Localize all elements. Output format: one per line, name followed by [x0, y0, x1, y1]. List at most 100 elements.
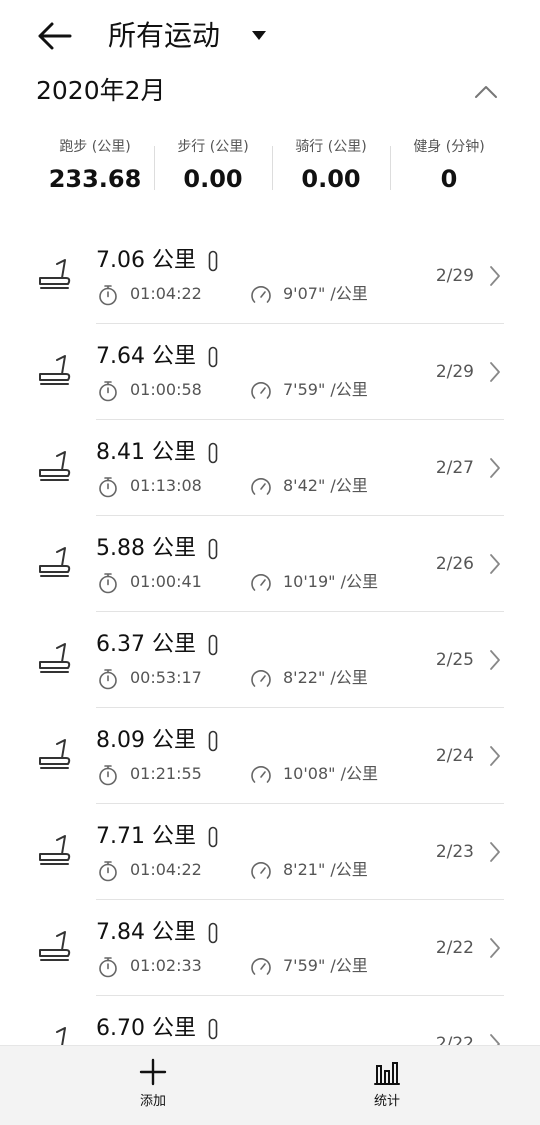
stopwatch-icon [98, 476, 118, 498]
stopwatch-icon [98, 764, 118, 786]
band-icon [208, 346, 218, 368]
record-pace: 9'07" /公里 [283, 284, 368, 303]
speedometer-icon [250, 284, 272, 306]
chevron-right-icon[interactable] [488, 456, 502, 480]
record-row[interactable]: 8.41 公里 01:13:08 8'42" /公里 2/27 [0, 420, 540, 516]
record-date: 2/22 [435, 938, 474, 958]
band-icon [208, 538, 218, 560]
chevron-right-icon[interactable] [488, 744, 502, 768]
stat-fitness: 健身 (分钟) 0 [390, 136, 508, 196]
band-icon [208, 634, 218, 656]
stopwatch-icon [98, 956, 118, 978]
summary-stats: 跑步 (公里) 233.68 步行 (公里) 0.00 骑行 (公里) 0.00… [0, 136, 540, 202]
speedometer-icon [250, 956, 272, 978]
treadmill-icon [36, 1022, 72, 1046]
treadmill-icon [36, 926, 72, 964]
record-row[interactable]: 6.37 公里 00:53:17 8'22" /公里 2/25 [0, 612, 540, 708]
record-row[interactable]: 6.70 公里 2/22 [0, 996, 540, 1046]
record-date: 2/24 [435, 746, 474, 766]
record-pace: 8'22" /公里 [283, 668, 368, 687]
plus-icon [139, 1058, 167, 1086]
record-distance: 8.41 公里 [96, 440, 196, 465]
record-row[interactable]: 7.71 公里 01:04:22 8'21" /公里 2/23 [0, 804, 540, 900]
stat-value: 0.00 [183, 165, 243, 193]
chevron-right-icon[interactable] [488, 840, 502, 864]
stat-label: 骑行 (公里) [295, 139, 367, 155]
treadmill-icon [36, 446, 72, 484]
page-title[interactable]: 所有运动 [108, 16, 220, 56]
speedometer-icon [250, 764, 272, 786]
stat-running: 跑步 (公里) 233.68 [36, 136, 154, 196]
chevron-up-icon[interactable] [472, 78, 500, 106]
chevron-right-icon[interactable] [488, 1032, 502, 1046]
stopwatch-icon [98, 860, 118, 882]
header: 所有运动 [0, 0, 540, 70]
stat-cycling: 骑行 (公里) 0.00 [272, 136, 390, 196]
record-date: 2/27 [435, 458, 474, 478]
band-icon [208, 826, 218, 848]
record-distance: 5.88 公里 [96, 536, 196, 561]
record-distance: 7.84 公里 [96, 920, 196, 945]
treadmill-icon [36, 830, 72, 868]
record-distance: 6.37 公里 [96, 632, 196, 657]
band-icon [208, 730, 218, 752]
record-list[interactable]: 7.06 公里 01:04:22 9'07" /公里 2/29 7.64 公里 … [0, 228, 540, 1046]
chevron-right-icon[interactable] [488, 936, 502, 960]
stopwatch-icon [98, 284, 118, 306]
record-row[interactable]: 7.64 公里 01:00:58 7'59" /公里 2/29 [0, 324, 540, 420]
chevron-right-icon[interactable] [488, 648, 502, 672]
chevron-right-icon[interactable] [488, 552, 502, 576]
activity-page: 所有运动 2020年2月 跑步 (公里) 233.68 步行 (公里) 0.00… [0, 0, 540, 1125]
record-pace: 8'21" /公里 [283, 860, 368, 879]
record-pace: 7'59" /公里 [283, 956, 368, 975]
stats-button[interactable]: 统计 [347, 1056, 427, 1120]
stopwatch-icon [98, 380, 118, 402]
record-duration: 01:02:33 [130, 956, 202, 975]
stat-label: 健身 (分钟) [413, 139, 485, 155]
bar-chart-icon [374, 1062, 400, 1085]
record-row[interactable]: 5.88 公里 01:00:41 10'19" /公里 2/26 [0, 516, 540, 612]
band-icon [208, 442, 218, 464]
record-pace: 10'08" /公里 [283, 764, 378, 783]
record-date: 2/29 [435, 362, 474, 382]
speedometer-icon [250, 668, 272, 690]
stat-value: 0.00 [301, 165, 361, 193]
record-distance: 8.09 公里 [96, 728, 196, 753]
record-duration: 01:13:08 [130, 476, 202, 495]
record-duration: 01:00:58 [130, 380, 202, 399]
record-date: 2/22 [435, 1034, 474, 1046]
stat-label: 跑步 (公里) [59, 139, 131, 155]
speedometer-icon [250, 572, 272, 594]
treadmill-icon [36, 638, 72, 676]
triangle-down-icon[interactable] [248, 26, 270, 46]
back-arrow-icon[interactable] [34, 16, 74, 56]
chevron-right-icon[interactable] [488, 360, 502, 384]
treadmill-icon [36, 350, 72, 388]
record-duration: 01:21:55 [130, 764, 202, 783]
treadmill-icon [36, 542, 72, 580]
record-pace: 7'59" /公里 [283, 380, 368, 399]
record-date: 2/26 [435, 554, 474, 574]
record-distance: 7.06 公里 [96, 248, 196, 273]
treadmill-icon [36, 254, 72, 292]
bottom-bar: 添加 统计 [0, 1045, 540, 1125]
stat-walking: 步行 (公里) 0.00 [154, 136, 272, 196]
record-duration: 00:53:17 [130, 668, 202, 687]
record-row[interactable]: 7.06 公里 01:04:22 9'07" /公里 2/29 [0, 228, 540, 324]
record-row[interactable]: 8.09 公里 01:21:55 10'08" /公里 2/24 [0, 708, 540, 804]
add-button[interactable]: 添加 [113, 1056, 193, 1120]
stopwatch-icon [98, 668, 118, 690]
stopwatch-icon [98, 572, 118, 594]
band-icon [208, 1018, 218, 1040]
record-duration: 01:04:22 [130, 284, 202, 303]
stat-value: 233.68 [48, 165, 142, 193]
chevron-right-icon[interactable] [488, 264, 502, 288]
speedometer-icon [250, 476, 272, 498]
stat-value: 0 [440, 165, 458, 193]
record-row[interactable]: 7.84 公里 01:02:33 7'59" /公里 2/22 [0, 900, 540, 996]
record-date: 2/23 [435, 842, 474, 862]
treadmill-icon [36, 734, 72, 772]
record-distance: 7.64 公里 [96, 344, 196, 369]
record-duration: 01:04:22 [130, 860, 202, 879]
record-date: 2/25 [435, 650, 474, 670]
